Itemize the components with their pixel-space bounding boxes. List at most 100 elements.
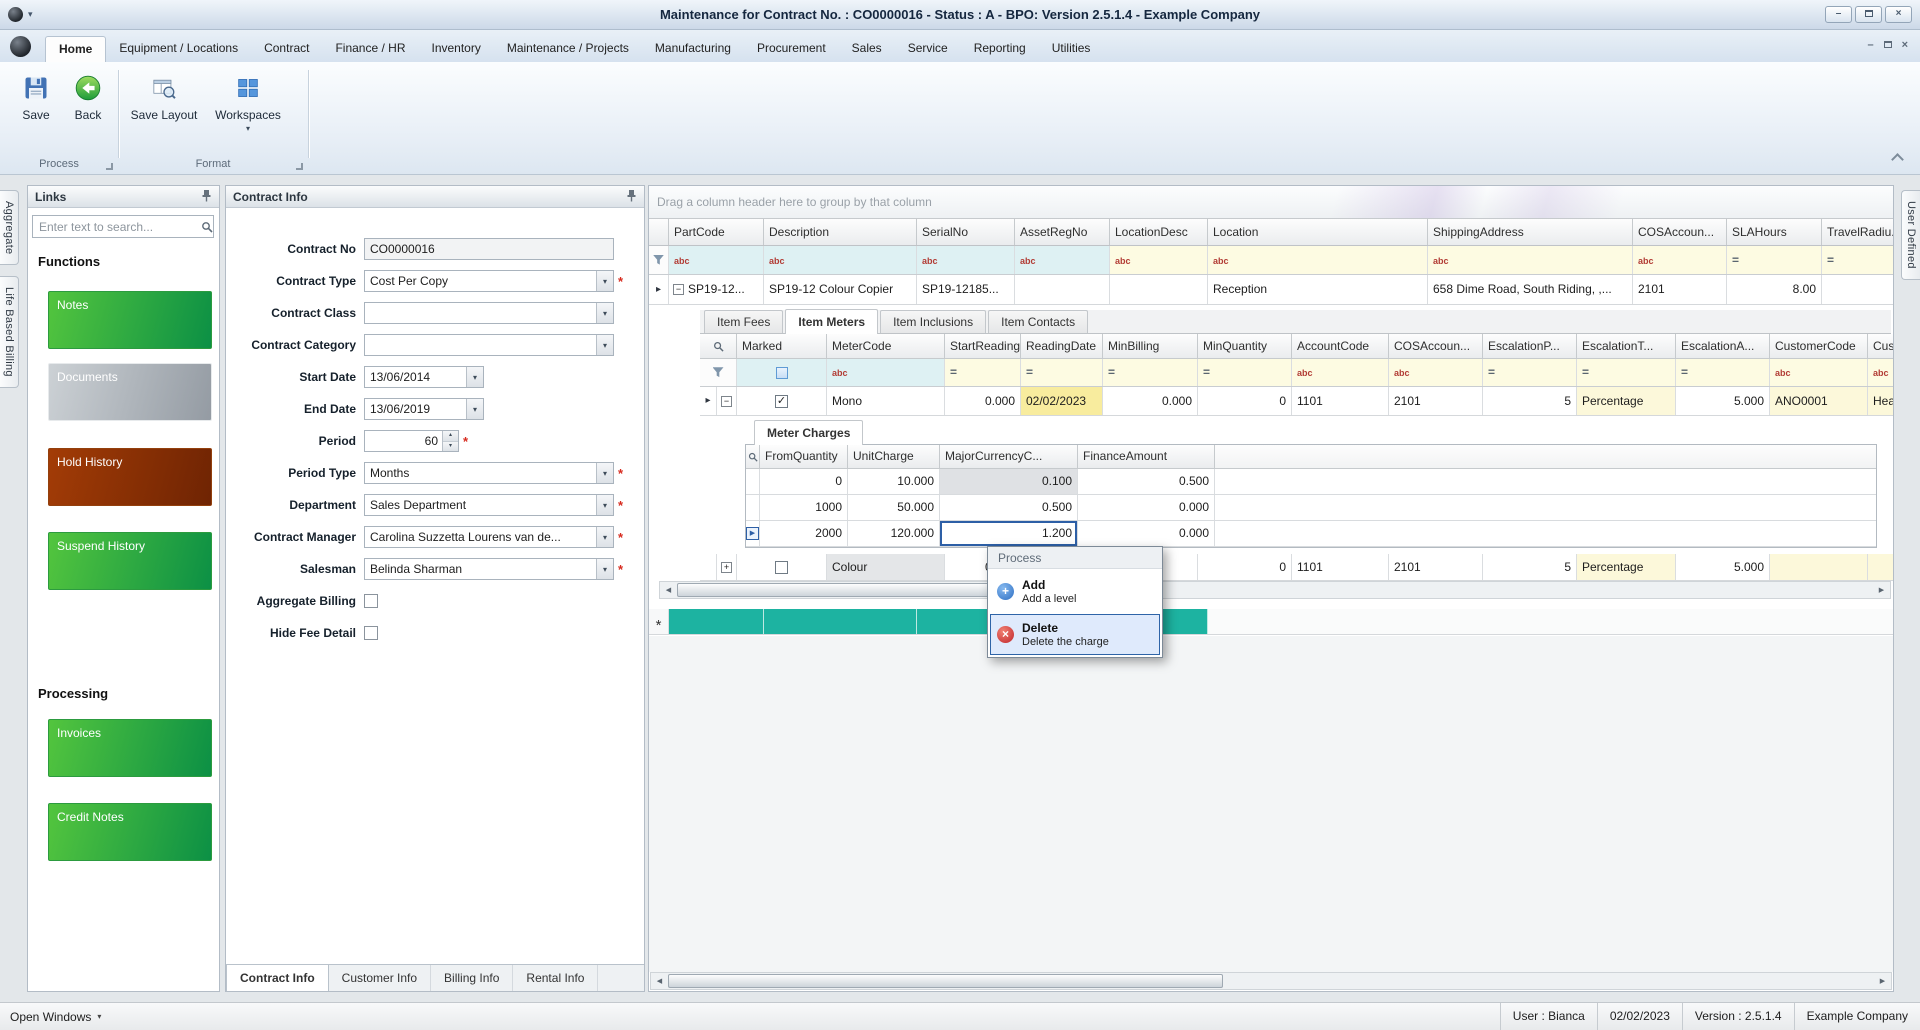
cell-assetregno[interactable]	[1015, 275, 1110, 304]
contract-class-select[interactable]: ▾	[364, 302, 614, 324]
salesman-select[interactable]: Belinda Sharman▾	[364, 558, 614, 580]
restore-button[interactable]	[1855, 6, 1882, 23]
filter-type-icon[interactable]: abc	[832, 368, 848, 378]
filter-type-icon[interactable]: abc	[674, 256, 690, 266]
col-cosaccount[interactable]: COSAccoun...	[1633, 219, 1727, 245]
filter-startreading[interactable]: =	[945, 359, 1021, 386]
filter-slahours[interactable]: =	[1727, 246, 1822, 274]
cell-unitcharge[interactable]: 50.000	[848, 495, 940, 520]
filter-cosaccount[interactable]: abc	[1633, 246, 1727, 274]
filter-customercode[interactable]: abc	[1770, 359, 1868, 386]
col-slahours[interactable]: SLAHours	[1727, 219, 1822, 245]
filter-minquantity[interactable]: =	[1198, 359, 1292, 386]
meters-horizontal-scrollbar[interactable]: ◀ ▶	[659, 581, 1891, 599]
tab-contract-info[interactable]: Contract Info	[226, 965, 329, 991]
menu-tab-manufacturing[interactable]: Manufacturing	[642, 36, 744, 62]
side-tab-user-defined[interactable]: User Defined	[1901, 190, 1920, 280]
filter-type-icon[interactable]: abc	[1638, 256, 1654, 266]
filter-assetregno[interactable]: abc	[1015, 246, 1110, 274]
cell-metercode[interactable]: Colour	[827, 554, 945, 580]
filter-type-icon[interactable]: abc	[1433, 256, 1449, 266]
cell-escalationp[interactable]: 5	[1483, 554, 1577, 580]
cell-escalationp[interactable]: 5	[1483, 387, 1577, 415]
cell-majorcurrency-focused[interactable]: 1.200	[940, 521, 1078, 546]
col-location[interactable]: Location	[1208, 219, 1428, 245]
scroll-left-button[interactable]: ◀	[660, 586, 677, 594]
chevron-down-icon[interactable]: ▾	[466, 367, 483, 387]
expand-detail-icon[interactable]: +	[717, 554, 737, 580]
col-minquantity[interactable]: MinQuantity	[1198, 334, 1292, 358]
equals-filter-icon[interactable]: =	[1203, 365, 1210, 379]
open-windows-button[interactable]: Open Windows ▾	[0, 1010, 101, 1024]
cell-cosaccount[interactable]: 2101	[1389, 554, 1483, 580]
cell-accountcode[interactable]: 1101	[1292, 554, 1389, 580]
cell-escalationa[interactable]: 5.000	[1676, 387, 1770, 415]
chevron-down-icon[interactable]: ▾	[466, 399, 483, 419]
collapse-detail-icon[interactable]: −	[717, 387, 737, 415]
filter-readingdate[interactable]: =	[1021, 359, 1103, 386]
quick-access-caret-icon[interactable]: ▾	[28, 9, 33, 20]
menu-tab-procurement[interactable]: Procurement	[744, 36, 839, 62]
col-locationdesc[interactable]: LocationDesc	[1110, 219, 1208, 245]
cell-readingdate[interactable]: 02/02/2023	[1021, 387, 1103, 415]
filter-type-icon[interactable]: abc	[1213, 256, 1229, 266]
dialog-launcher-icon[interactable]	[106, 163, 113, 170]
checkbox-filter-icon[interactable]	[776, 367, 788, 379]
new-row-cell[interactable]	[669, 609, 764, 634]
cell-cus[interactable]: Hea...	[1868, 387, 1893, 415]
col-description[interactable]: Description	[764, 219, 917, 245]
cell-unitcharge[interactable]: 120.000	[848, 521, 940, 546]
filter-type-icon[interactable]: abc	[922, 256, 938, 266]
filter-marked[interactable]	[737, 359, 827, 386]
notes-button[interactable]: Notes	[48, 291, 212, 349]
filter-travelradius[interactable]: =	[1822, 246, 1893, 274]
mdi-close-button[interactable]: ×	[1902, 39, 1908, 51]
filter-partcode[interactable]: abc	[669, 246, 764, 274]
equals-filter-icon[interactable]: =	[950, 365, 957, 379]
cell-fromquantity[interactable]: 1000	[760, 495, 848, 520]
meters-row-colour[interactable]: + Colour 0.000 0 1101 2101 5 Percentage …	[700, 554, 1893, 581]
tab-customer-info[interactable]: Customer Info	[329, 965, 431, 991]
col-cosaccount[interactable]: COSAccoun...	[1389, 334, 1483, 358]
cell-minquantity[interactable]: 0	[1198, 554, 1292, 580]
scroll-right-button[interactable]: ▶	[1873, 586, 1890, 594]
col-customercode[interactable]: CustomerCode	[1770, 334, 1868, 358]
cell-cus[interactable]	[1868, 554, 1893, 580]
application-button[interactable]	[10, 36, 31, 57]
filter-cosaccount[interactable]: abc	[1389, 359, 1483, 386]
col-financeamount[interactable]: FinanceAmount	[1078, 445, 1215, 468]
period-type-select[interactable]: Months▾	[364, 462, 614, 484]
col-travelradius[interactable]: TravelRadiu...	[1822, 219, 1893, 245]
department-select[interactable]: Sales Department▾	[364, 494, 614, 516]
marked-checkbox[interactable]: ✓	[737, 387, 827, 415]
collapse-ribbon-icon[interactable]	[1891, 153, 1904, 166]
menu-tab-equipment-locations[interactable]: Equipment / Locations	[106, 36, 251, 62]
checkbox-checked[interactable]: ✓	[775, 395, 788, 408]
charges-row[interactable]: 1000 50.000 0.500 0.000	[746, 495, 1876, 521]
cell-locationdesc[interactable]	[1110, 275, 1208, 304]
contract-manager-select[interactable]: Carolina Suzzetta Lourens van de...▾	[364, 526, 614, 548]
cell-partcode[interactable]: −SP19-12...	[669, 275, 764, 304]
menu-tab-maintenance-projects[interactable]: Maintenance / Projects	[494, 36, 642, 62]
hide-fee-detail-checkbox[interactable]	[364, 626, 378, 640]
cell-accountcode[interactable]: 1101	[1292, 387, 1389, 415]
cell-escalationt[interactable]: Percentage	[1577, 554, 1676, 580]
collapse-detail-icon[interactable]: −	[673, 284, 684, 295]
cell-unitcharge[interactable]: 10.000	[848, 469, 940, 494]
cell-customercode[interactable]: ANO0001	[1770, 387, 1868, 415]
tab-rental-info[interactable]: Rental Info	[513, 965, 598, 991]
col-readingdate[interactable]: ReadingDate	[1021, 334, 1103, 358]
filter-type-icon[interactable]: abc	[1394, 368, 1410, 378]
col-marked[interactable]: Marked	[737, 334, 827, 358]
search-icon[interactable]	[200, 221, 213, 233]
tab-item-fees[interactable]: Item Fees	[704, 310, 783, 333]
cell-description[interactable]: SP19-12 Colour Copier	[764, 275, 917, 304]
save-button[interactable]: Save	[10, 68, 62, 146]
aggregate-billing-checkbox[interactable]	[364, 594, 378, 608]
mdi-restore-button[interactable]	[1884, 39, 1892, 51]
filter-escalationt[interactable]: =	[1577, 359, 1676, 386]
col-escalationt[interactable]: EscalationT...	[1577, 334, 1676, 358]
col-assetregno[interactable]: AssetRegNo	[1015, 219, 1110, 245]
scrollbar-thumb[interactable]	[668, 974, 1223, 988]
tab-item-inclusions[interactable]: Item Inclusions	[880, 310, 986, 333]
